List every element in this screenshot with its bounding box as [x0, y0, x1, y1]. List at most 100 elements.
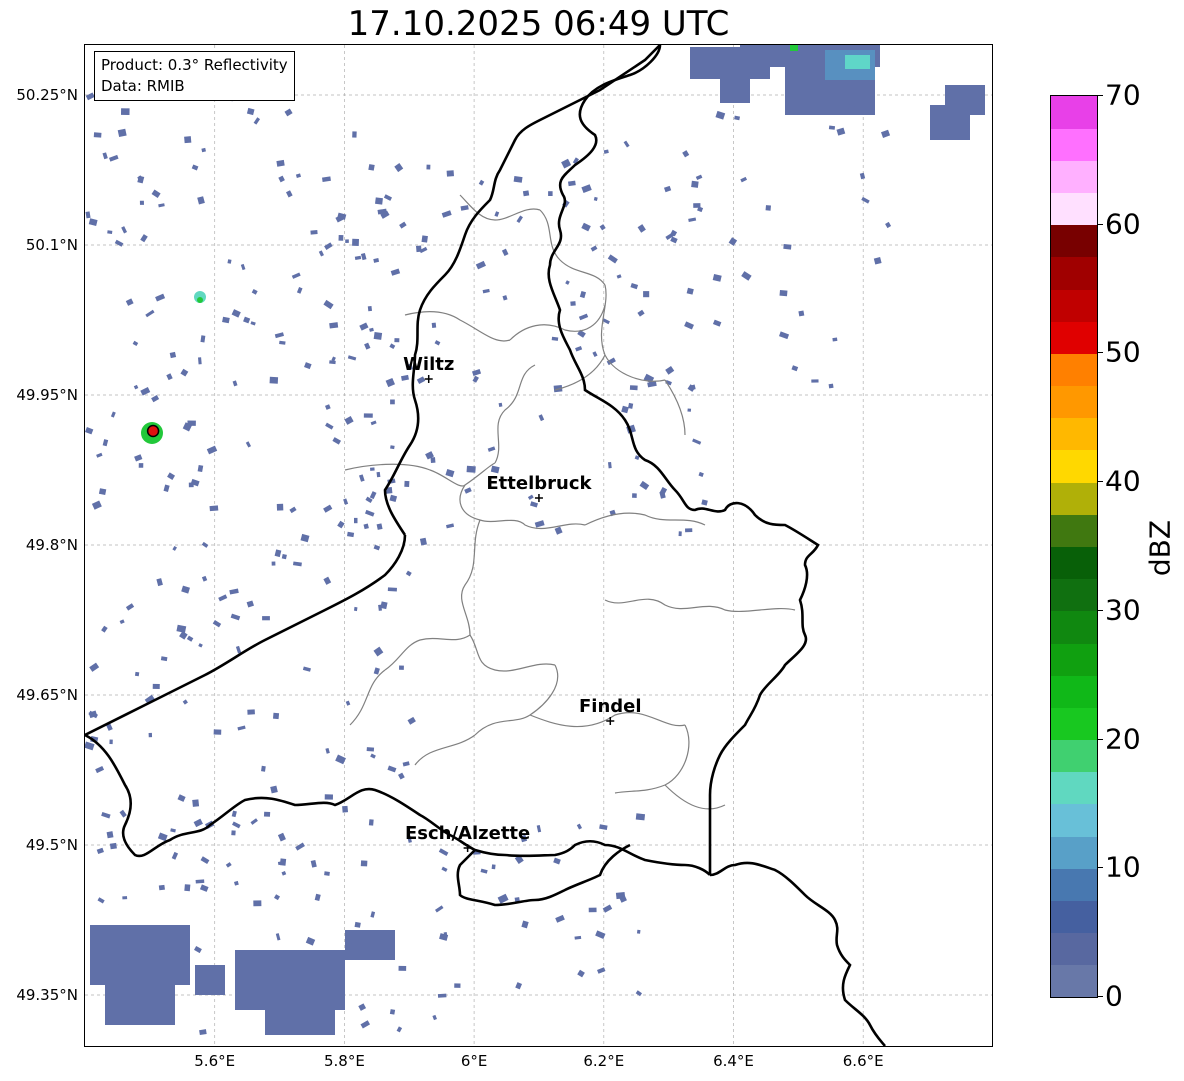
radar-echo — [364, 342, 371, 350]
radar-echo — [441, 210, 452, 218]
radar-echo — [466, 465, 476, 473]
map-canvas: Wiltz Ettelbruck Findel Esch/Alzette — [85, 45, 992, 1046]
radar-echo — [390, 445, 395, 450]
radar-echo — [885, 221, 892, 229]
radar-echo — [232, 380, 238, 387]
radar-echo — [206, 445, 218, 455]
city-marker[interactable]: Findel — [579, 696, 642, 725]
radar-echo — [342, 805, 349, 813]
radar-echo — [279, 340, 286, 345]
colorbar-segment — [1051, 707, 1097, 741]
radar-echo — [621, 405, 629, 414]
radar-echo — [231, 309, 241, 318]
radar-echo — [125, 603, 135, 611]
radar-echo — [595, 930, 606, 939]
radar-echo — [275, 933, 281, 941]
radar-echo — [790, 45, 798, 51]
colorbar-segment — [1051, 353, 1097, 387]
radar-echo — [170, 828, 176, 833]
radar-echo — [616, 274, 622, 279]
colorbar-segment — [1051, 128, 1097, 161]
radar-echo — [454, 983, 461, 988]
radar-echo — [186, 635, 194, 642]
radar-echo — [310, 859, 317, 868]
colorbar-segment — [1051, 900, 1097, 934]
radar-echo — [247, 709, 255, 715]
radar-echo — [464, 487, 472, 494]
radar-echo — [233, 880, 239, 886]
radar-echo — [698, 471, 704, 477]
radar-echo — [400, 374, 409, 381]
radar-echo — [200, 856, 210, 865]
radar-echo — [199, 1029, 207, 1036]
radar-echo — [538, 414, 545, 422]
radar-echo — [358, 1003, 367, 1011]
colorbar-unit-label: dBZ — [1143, 519, 1177, 577]
radar-echo — [426, 164, 431, 170]
colorbar-segment — [1051, 256, 1097, 290]
radar-echo — [352, 238, 359, 247]
radar-echo — [628, 402, 634, 409]
city-plus-icon — [606, 717, 615, 725]
radar-echo — [360, 860, 368, 867]
radar-echo — [695, 174, 703, 181]
radar-map[interactable]: Wiltz Ettelbruck Findel Esch/Alzette — [85, 45, 992, 1046]
radar-echo — [194, 946, 202, 954]
radar-site-marker[interactable] — [146, 424, 160, 438]
radar-echo — [360, 252, 367, 261]
city-marker[interactable]: Wiltz — [403, 354, 454, 383]
radar-echo — [201, 147, 206, 153]
city-marker[interactable]: Esch/Alzette — [405, 823, 530, 852]
radar-echo — [385, 377, 396, 388]
colorbar-segment — [1051, 578, 1097, 612]
radar-echo — [639, 480, 650, 491]
lat-tick-label: 49.8°N — [25, 536, 78, 554]
radar-echo — [399, 221, 407, 229]
radar-echo — [581, 222, 591, 232]
radar-echo — [163, 484, 170, 492]
radar-echo — [177, 794, 186, 802]
radar-echo — [354, 921, 361, 928]
lon-tick-label: 6°E — [460, 1052, 488, 1070]
radar-echo — [629, 385, 638, 391]
radar-echo — [88, 218, 98, 226]
radar-echo — [791, 365, 799, 372]
radar-echo — [828, 383, 834, 389]
radar-echo — [209, 505, 219, 512]
radar-echo — [387, 587, 397, 592]
lon-tick-label: 6.6°E — [842, 1052, 884, 1070]
radar-echo — [85, 211, 91, 219]
radar-echo — [323, 299, 334, 310]
radar-echo — [360, 1020, 371, 1029]
radar-echo — [431, 322, 437, 328]
radar-echo — [246, 600, 255, 608]
radar-echo — [365, 509, 375, 517]
map-title: 17.10.2025 06:49 UTC — [347, 4, 730, 44]
radar-echo — [225, 862, 232, 868]
radar-echo — [368, 819, 374, 826]
radar-echo — [329, 360, 336, 365]
radar-echo — [201, 575, 208, 582]
radar-echo — [588, 907, 597, 913]
lon-tick-label: 5.6°E — [194, 1052, 236, 1070]
radar-echo — [152, 683, 160, 690]
radar-echo — [701, 499, 708, 506]
radar-echo — [305, 936, 316, 946]
radar-echo — [548, 191, 553, 196]
radar-echo — [369, 467, 375, 471]
radar-echo — [279, 858, 287, 866]
radar-echo — [389, 343, 396, 349]
radar-echo — [554, 526, 563, 535]
radar-echo — [155, 293, 166, 302]
radar-echo — [337, 520, 345, 529]
city-marker[interactable]: Ettelbruck — [486, 473, 593, 502]
radar-echo — [472, 375, 479, 383]
radar-echo — [873, 257, 882, 265]
radar-echo — [399, 665, 404, 670]
radar-echo — [581, 184, 592, 194]
radar-echo — [491, 864, 496, 870]
city-label: Findel — [579, 696, 642, 717]
radar-echo — [102, 152, 108, 160]
radar-echo — [599, 824, 608, 830]
radar-echo — [200, 335, 206, 343]
